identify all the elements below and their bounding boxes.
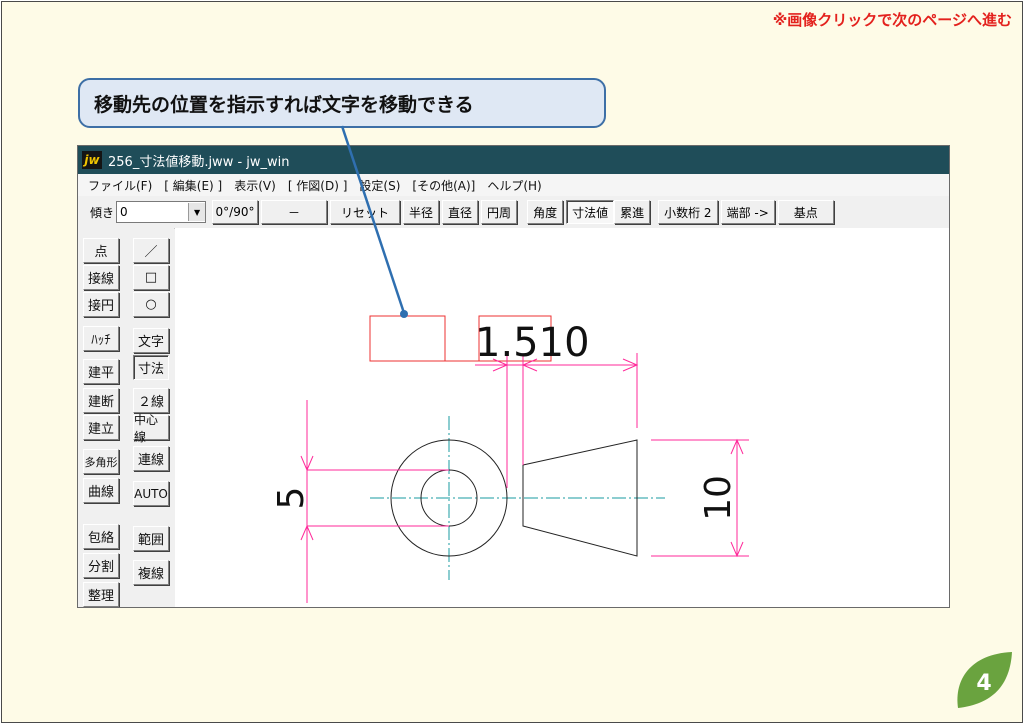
callout-pointer <box>340 125 408 318</box>
page-badge: 4 <box>957 652 1012 708</box>
slide[interactable]: ※画像クリックで次のページへ進む 移動先の位置を指示すれば文字を移動できる jw… <box>1 1 1023 723</box>
page-number: 4 <box>976 671 991 696</box>
